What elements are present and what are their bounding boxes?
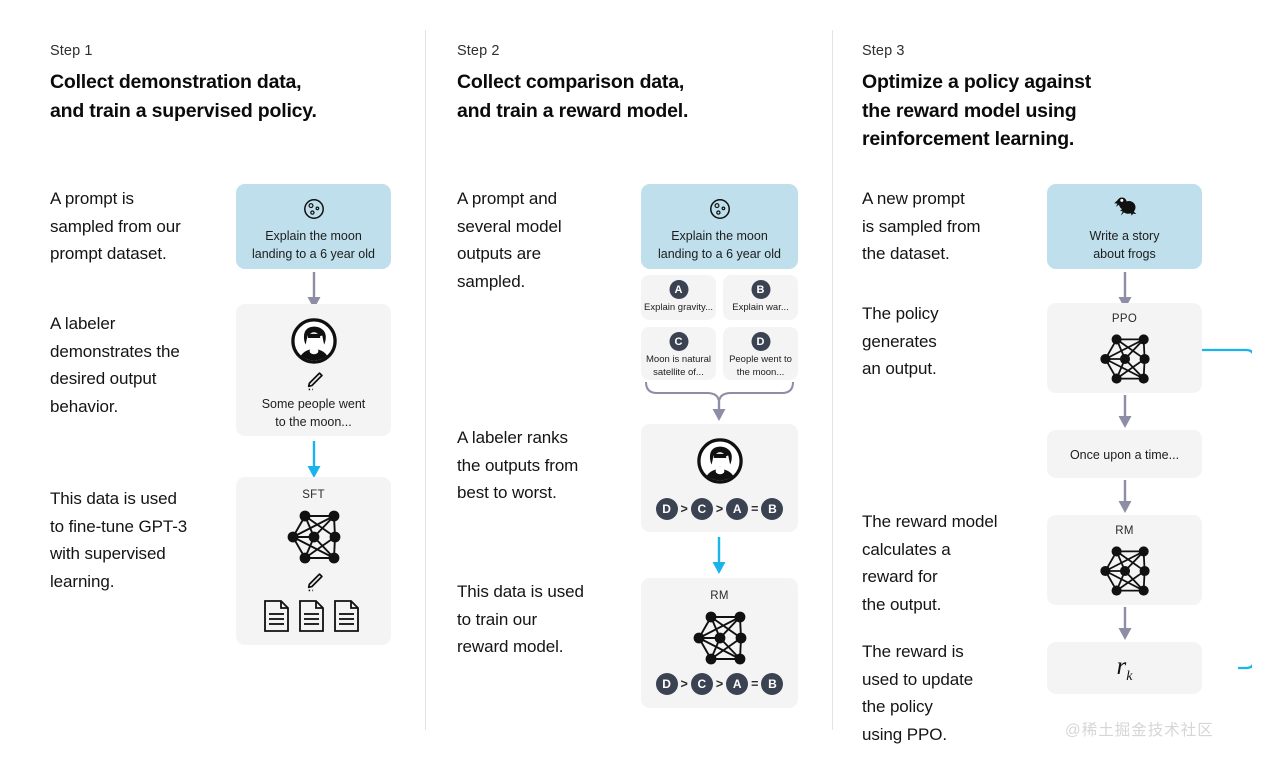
- step-2-paragraph-3: This data is used to train our reward mo…: [457, 582, 584, 657]
- step-3-paragraph-2: The policy generates an output.: [862, 304, 939, 379]
- step-1-column: Step 1 Collect demonstration data, and t…: [50, 0, 410, 760]
- step-1-prompt-card[interactable]: Explain the moon landing to a 6 year old: [236, 184, 391, 269]
- step-1-label: Step 1: [50, 43, 93, 59]
- rank-badge-1: D: [655, 498, 678, 520]
- badge-a: A: [669, 280, 688, 299]
- neural-network-icon: [693, 611, 746, 665]
- step-1-paragraph-1: A prompt is sampled from our prompt data…: [50, 189, 181, 264]
- step-1-arrow-2: [307, 441, 321, 478]
- rank-badge-3: A: [726, 498, 749, 520]
- pencil-icon: [307, 573, 323, 592]
- step-3-paragraph-3: The reward model calculates a reward for…: [862, 512, 998, 614]
- badge-d: D: [751, 332, 770, 351]
- neural-network-icon: [287, 510, 340, 564]
- step-3-prompt-card[interactable]: Write a story about frogs: [1047, 184, 1202, 269]
- column-divider-2: [832, 30, 833, 730]
- person-icon: [696, 438, 743, 484]
- step-2-paragraph-1: A prompt and several model outputs are s…: [457, 189, 562, 291]
- step-2-output-card-b[interactable]: B Explain war...: [723, 275, 798, 320]
- step-2-rm-card[interactable]: RM D > C > A = B: [641, 578, 798, 708]
- neural-network-icon: [1099, 334, 1150, 384]
- step-3-reward-value: rk: [1047, 653, 1202, 685]
- pencil-icon: [307, 372, 323, 391]
- step-3-paragraph-1: A new prompt is sampled from the dataset…: [862, 189, 981, 264]
- step-2-output-card-c[interactable]: C Moon is natural satellite of...: [641, 327, 716, 380]
- step-1-labeler-text: Some people went to the moon...: [261, 397, 366, 429]
- step-2-ranking-row: D > C > A = B: [641, 498, 798, 520]
- rank-badge-4: B: [761, 498, 784, 520]
- step-2-column: Step 2 Collect comparison data, and trai…: [457, 0, 817, 760]
- step-1-labeler-card[interactable]: Some people went to the moon...: [236, 304, 391, 436]
- rank-op-1: >: [680, 502, 688, 516]
- neural-network-icon: [1099, 546, 1150, 596]
- documents-icon: [263, 600, 359, 632]
- rm-rank-badge-2: C: [690, 673, 713, 695]
- step-3-prompt-text: Write a story about frogs: [1089, 229, 1160, 261]
- step-3-reward-card[interactable]: rk: [1047, 642, 1202, 694]
- rm-rank-badge-4: B: [761, 673, 784, 695]
- step-3-output-text: Once upon a time...: [1069, 448, 1180, 462]
- step-3-arrow-3: [1118, 480, 1132, 513]
- rank-op-2: >: [715, 502, 724, 516]
- infographic-page: Step 1 Collect demonstration data, and t…: [0, 0, 1276, 760]
- output-b-text: Explain war...: [732, 302, 789, 313]
- moon-icon: [303, 199, 324, 219]
- step-3-paragraph-4: The reward is used to update the policy …: [862, 642, 974, 744]
- badge-c: C: [669, 332, 688, 351]
- rm-rank-op-1: >: [680, 677, 688, 691]
- step-2-output-card-a[interactable]: A Explain gravity...: [641, 275, 716, 320]
- step-2-output-card-d[interactable]: D People went to the moon...: [723, 327, 798, 380]
- step-2-rm-title: RM: [710, 590, 729, 602]
- reward-subscript: k: [1126, 669, 1133, 684]
- step-1-paragraph-2: A labeler demonstrates the desired outpu…: [50, 314, 180, 416]
- step-1-heading: Collect demonstration data, and train a …: [50, 71, 317, 122]
- step-1-paragraph-3: This data is used to fine-tune GPT-3 wit…: [50, 489, 188, 591]
- output-c-text: Moon is natural satellite of...: [646, 354, 711, 378]
- step-3-ppo-title: PPO: [1111, 313, 1138, 325]
- step-2-ranking-card[interactable]: D > C > A = B: [641, 424, 798, 532]
- rank-badge-2: C: [690, 498, 713, 520]
- step-3-heading: Optimize a policy against the reward mod…: [862, 71, 1092, 151]
- step-1-sft-card[interactable]: SFT: [236, 477, 391, 645]
- rm-rank-badge-3: A: [726, 673, 749, 695]
- step-3-column: Step 3 Optimize a policy against the rew…: [862, 0, 1262, 760]
- reward-symbol: r: [1116, 653, 1127, 680]
- step-1-prompt-text: Explain the moon landing to a 6 year old: [251, 229, 375, 261]
- output-d-text: People went to the moon...: [729, 354, 792, 378]
- column-divider-1: [425, 30, 426, 730]
- rank-op-3: =: [751, 502, 759, 516]
- step-2-label: Step 2: [457, 43, 500, 59]
- rm-rank-op-2: >: [715, 677, 724, 691]
- step-2-paragraph-2: A labeler ranks the outputs from best to…: [457, 428, 579, 503]
- person-icon: [290, 318, 337, 364]
- step-3-rm-card[interactable]: RM: [1047, 515, 1202, 605]
- step-2-prompt-card[interactable]: Explain the moon landing to a 6 year old: [641, 184, 798, 269]
- step-3-rm-title: RM: [1115, 525, 1134, 537]
- frog-icon: [1113, 197, 1136, 216]
- step-3-ppo-card[interactable]: PPO: [1047, 303, 1202, 393]
- badge-b: B: [751, 280, 770, 299]
- output-a-text: Explain gravity...: [644, 302, 713, 313]
- rm-rank-op-3: =: [751, 677, 759, 691]
- watermark: @稀土掘金技术社区: [1065, 722, 1214, 739]
- step-3-output-card[interactable]: Once upon a time...: [1047, 430, 1202, 478]
- step-3-label: Step 3: [862, 43, 905, 59]
- step-3-arrow-4: [1118, 607, 1132, 640]
- step-2-rm-ranking-row: D > C > A = B: [641, 673, 798, 695]
- step-2-arrow-cyan: [712, 537, 726, 574]
- step-1-sft-title: SFT: [302, 489, 325, 501]
- rm-rank-badge-1: D: [655, 673, 678, 695]
- step-3-arrow-2: [1118, 395, 1132, 428]
- step-2-prompt-text: Explain the moon landing to a 6 year old: [657, 229, 781, 261]
- step-2-heading: Collect comparison data, and train a rew…: [457, 71, 689, 122]
- step-2-brace-arrow: [645, 382, 794, 421]
- moon-icon: [709, 199, 730, 219]
